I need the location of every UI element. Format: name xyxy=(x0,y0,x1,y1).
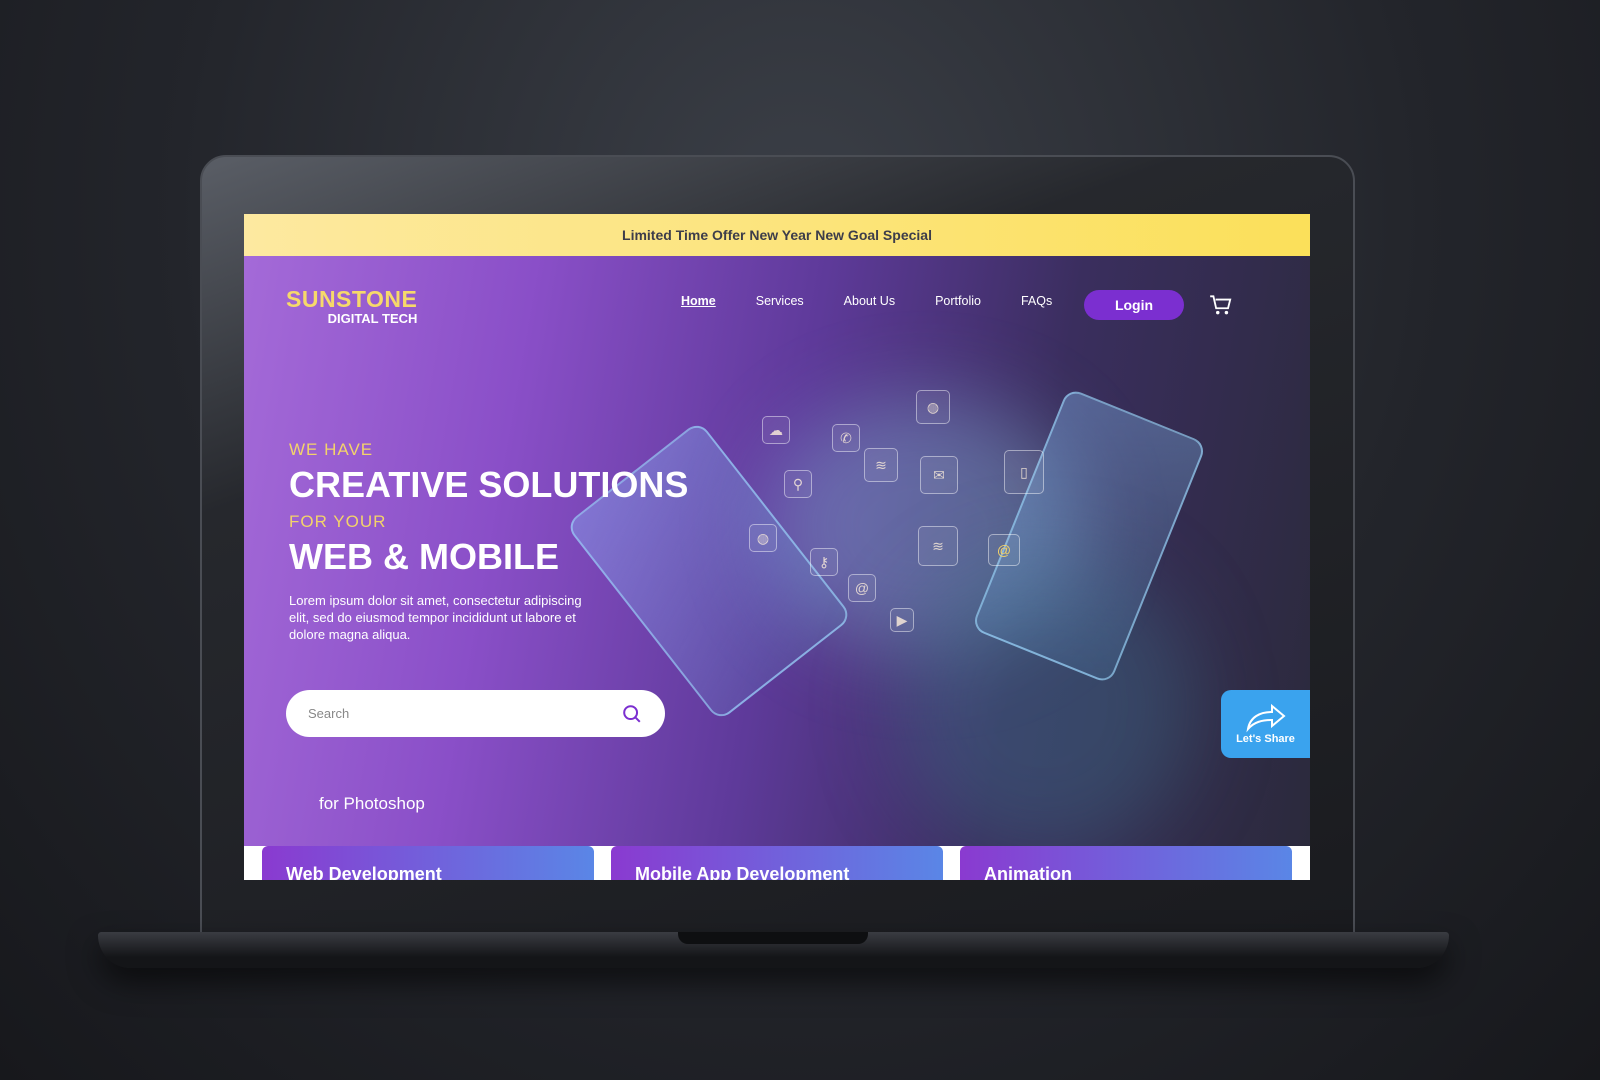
logo-tagline: DIGITAL TECH xyxy=(327,311,418,326)
cart-icon[interactable] xyxy=(1208,292,1234,318)
key-icon: ⚷ xyxy=(810,548,838,576)
at-icon-2: @ xyxy=(848,574,876,602)
nav-services[interactable]: Services xyxy=(756,294,804,308)
nav-about-us[interactable]: About Us xyxy=(844,294,895,308)
mobile-icon: ▯ xyxy=(1004,450,1044,494)
mail-icon: ✉ xyxy=(920,456,958,494)
hero-section: ☁ ✆ ⚲ ≋ ✉ ◍ ▯ ≋ @ @ ▶ ⚷ ◍ SUNSTONE DIGIT… xyxy=(244,256,1310,846)
search-bar xyxy=(286,690,665,737)
nav-portfolio[interactable]: Portfolio xyxy=(935,294,981,308)
at-icon: @ xyxy=(988,534,1020,566)
promo-banner[interactable]: Limited Time Offer New Year New Goal Spe… xyxy=(244,214,1310,256)
laptop-base xyxy=(98,932,1449,968)
cloud-icon: ☁ xyxy=(762,416,790,444)
main-nav: Home Services About Us Portfolio FAQs xyxy=(681,294,1092,308)
card-web-development[interactable]: Web Development xyxy=(262,846,594,880)
wifi-icon: ≋ xyxy=(864,448,898,482)
services-cards: Web Development Mobile App Development A… xyxy=(244,846,1310,880)
laptop-notch xyxy=(678,932,868,944)
hero-title: CREATIVE SOLUTIONS xyxy=(289,464,689,505)
laptop-screen: Limited Time Offer New Year New Goal Spe… xyxy=(244,214,1310,880)
play-icon: ▶ xyxy=(890,608,914,632)
share-button[interactable]: Let's Share xyxy=(1221,690,1310,758)
promo-text: Limited Time Offer New Year New Goal Spe… xyxy=(622,227,932,243)
share-label: Let's Share xyxy=(1236,733,1295,745)
logo-name: SUNSTONE xyxy=(286,286,418,312)
wifi-icon-2: ≋ xyxy=(918,526,958,566)
card-animation[interactable]: Animation xyxy=(960,846,1292,880)
photoshop-note: for Photoshop xyxy=(319,794,425,813)
search-input[interactable] xyxy=(308,706,621,721)
login-button[interactable]: Login xyxy=(1084,290,1184,320)
logo[interactable]: SUNSTONE DIGITAL TECH xyxy=(286,286,417,326)
hero-subeyebrow: FOR YOUR xyxy=(289,512,387,531)
search-icon[interactable] xyxy=(621,703,643,725)
search-deco-icon: ⚲ xyxy=(784,470,812,498)
phone-icon: ✆ xyxy=(832,424,860,452)
hero-eyebrow: WE HAVE xyxy=(289,440,374,459)
nav-faqs[interactable]: FAQs xyxy=(1021,294,1052,308)
card-title: Mobile App Development xyxy=(635,864,850,880)
globe-icon: ◍ xyxy=(916,390,950,424)
card-mobile-app-development[interactable]: Mobile App Development xyxy=(611,846,943,880)
hero-subtitle: WEB & MOBILE xyxy=(289,536,559,577)
card-title: Animation xyxy=(984,864,1072,880)
hero-description: Lorem ipsum dolor sit amet, consectetur … xyxy=(289,593,582,642)
card-title: Web Development xyxy=(286,864,442,880)
globe-icon-2: ◍ xyxy=(749,524,777,552)
share-arrow-icon xyxy=(1245,703,1286,733)
nav-home[interactable]: Home xyxy=(681,294,716,308)
